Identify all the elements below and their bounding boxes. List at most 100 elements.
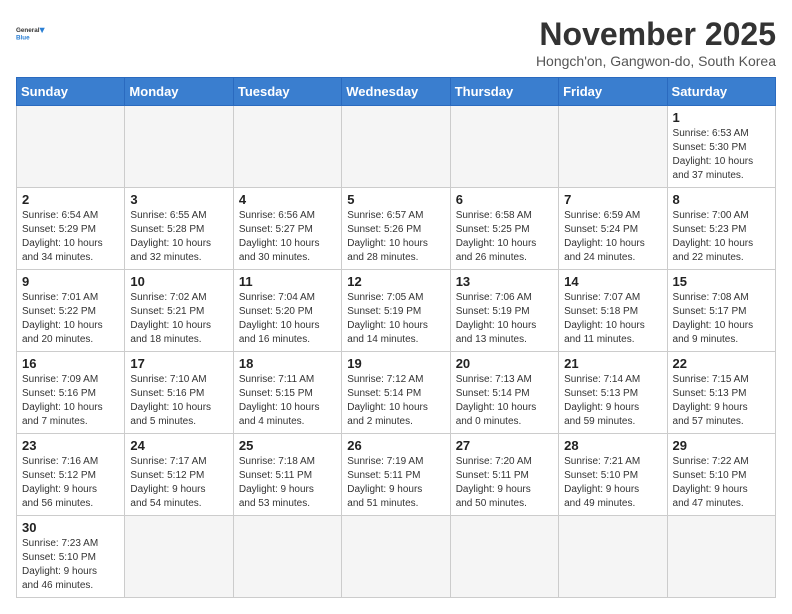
day-number: 21 xyxy=(564,356,661,371)
calendar-cell: 7 Sunrise: 6:59 AM Sunset: 5:24 PM Daylig… xyxy=(559,188,667,270)
day-info: Sunrise: 6:57 AM Sunset: 5:26 PM Dayligh… xyxy=(347,209,444,265)
calendar-cell: 25 Sunrise: 7:18 AM Sunset: 5:11 PM Dayli… xyxy=(233,434,341,516)
day-number: 24 xyxy=(130,438,227,453)
day-number: 25 xyxy=(239,438,336,453)
day-number: 4 xyxy=(239,192,336,207)
day-number: 28 xyxy=(564,438,661,453)
weekday-header: Saturday xyxy=(667,78,775,106)
day-info: Sunrise: 7:22 AM Sunset: 5:10 PM Dayligh… xyxy=(673,455,770,511)
day-info: Sunrise: 6:54 AM Sunset: 5:29 PM Dayligh… xyxy=(22,209,119,265)
day-info: Sunrise: 7:11 AM Sunset: 5:15 PM Dayligh… xyxy=(239,373,336,429)
day-number: 2 xyxy=(22,192,119,207)
calendar-cell: 6 Sunrise: 6:58 AM Sunset: 5:25 PM Daylig… xyxy=(450,188,558,270)
calendar-cell xyxy=(342,106,450,188)
day-number: 6 xyxy=(456,192,553,207)
calendar-week-row: 23Sunrise: 7:16 AM Sunset: 5:12 PM Dayli… xyxy=(17,434,776,516)
day-number: 14 xyxy=(564,274,661,289)
logo: GeneralBlue xyxy=(16,16,52,52)
day-number: 19 xyxy=(347,356,444,371)
calendar-cell: 20Sunrise: 7:13 AM Sunset: 5:14 PM Dayli… xyxy=(450,352,558,434)
day-number: 10 xyxy=(130,274,227,289)
day-number: 17 xyxy=(130,356,227,371)
calendar-cell: 12 Sunrise: 7:05 AM Sunset: 5:19 PM Dayli… xyxy=(342,270,450,352)
day-info: Sunrise: 7:12 AM Sunset: 5:14 PM Dayligh… xyxy=(347,373,444,429)
day-info: Sunrise: 7:07 AM Sunset: 5:18 PM Dayligh… xyxy=(564,291,661,347)
weekday-header: Wednesday xyxy=(342,78,450,106)
day-info: Sunrise: 6:55 AM Sunset: 5:28 PM Dayligh… xyxy=(130,209,227,265)
calendar-cell xyxy=(17,106,125,188)
day-number: 15 xyxy=(673,274,770,289)
title-block: November 2025 Hongch'on, Gangwon-do, Sou… xyxy=(536,16,776,69)
calendar-cell: 30 Sunrise: 7:23 AM Sunset: 5:10 PM Dayli… xyxy=(17,516,125,598)
day-number: 11 xyxy=(239,274,336,289)
calendar-cell: 13 Sunrise: 7:06 AM Sunset: 5:19 PM Dayli… xyxy=(450,270,558,352)
day-info: Sunrise: 7:13 AM Sunset: 5:14 PM Dayligh… xyxy=(456,373,553,429)
calendar-cell: 23Sunrise: 7:16 AM Sunset: 5:12 PM Dayli… xyxy=(17,434,125,516)
weekday-header: Tuesday xyxy=(233,78,341,106)
calendar-cell: 24Sunrise: 7:17 AM Sunset: 5:12 PM Dayli… xyxy=(125,434,233,516)
day-info: Sunrise: 7:15 AM Sunset: 5:13 PM Dayligh… xyxy=(673,373,770,429)
location-subtitle: Hongch'on, Gangwon-do, South Korea xyxy=(536,53,776,69)
day-info: Sunrise: 7:19 AM Sunset: 5:11 PM Dayligh… xyxy=(347,455,444,511)
weekday-header: Sunday xyxy=(17,78,125,106)
day-info: Sunrise: 7:08 AM Sunset: 5:17 PM Dayligh… xyxy=(673,291,770,347)
calendar-cell: 27 Sunrise: 7:20 AM Sunset: 5:11 PM Dayli… xyxy=(450,434,558,516)
calendar-cell: 28 Sunrise: 7:21 AM Sunset: 5:10 PM Dayli… xyxy=(559,434,667,516)
calendar-cell: 19 Sunrise: 7:12 AM Sunset: 5:14 PM Dayli… xyxy=(342,352,450,434)
day-number: 27 xyxy=(456,438,553,453)
day-info: Sunrise: 7:09 AM Sunset: 5:16 PM Dayligh… xyxy=(22,373,119,429)
day-info: Sunrise: 7:20 AM Sunset: 5:11 PM Dayligh… xyxy=(456,455,553,511)
day-info: Sunrise: 7:23 AM Sunset: 5:10 PM Dayligh… xyxy=(22,537,119,593)
calendar-cell xyxy=(233,106,341,188)
calendar-week-row: 30 Sunrise: 7:23 AM Sunset: 5:10 PM Dayli… xyxy=(17,516,776,598)
calendar-cell: 18Sunrise: 7:11 AM Sunset: 5:15 PM Dayli… xyxy=(233,352,341,434)
calendar-cell: 15 Sunrise: 7:08 AM Sunset: 5:17 PM Dayli… xyxy=(667,270,775,352)
page-header: GeneralBlue November 2025 Hongch'on, Gan… xyxy=(16,16,776,69)
day-info: Sunrise: 6:59 AM Sunset: 5:24 PM Dayligh… xyxy=(564,209,661,265)
calendar-cell: 2 Sunrise: 6:54 AM Sunset: 5:29 PM Daylig… xyxy=(17,188,125,270)
calendar-cell: 4 Sunrise: 6:56 AM Sunset: 5:27 PM Daylig… xyxy=(233,188,341,270)
day-number: 23 xyxy=(22,438,119,453)
calendar-cell: 14 Sunrise: 7:07 AM Sunset: 5:18 PM Dayli… xyxy=(559,270,667,352)
day-number: 13 xyxy=(456,274,553,289)
day-info: Sunrise: 6:56 AM Sunset: 5:27 PM Dayligh… xyxy=(239,209,336,265)
calendar-cell: 9Sunrise: 7:01 AM Sunset: 5:22 PM Daylig… xyxy=(17,270,125,352)
day-info: Sunrise: 6:58 AM Sunset: 5:25 PM Dayligh… xyxy=(456,209,553,265)
day-info: Sunrise: 7:14 AM Sunset: 5:13 PM Dayligh… xyxy=(564,373,661,429)
calendar-cell: 29Sunrise: 7:22 AM Sunset: 5:10 PM Dayli… xyxy=(667,434,775,516)
calendar-cell: 16 Sunrise: 7:09 AM Sunset: 5:16 PM Dayli… xyxy=(17,352,125,434)
calendar-cell xyxy=(559,106,667,188)
calendar-week-row: 9Sunrise: 7:01 AM Sunset: 5:22 PM Daylig… xyxy=(17,270,776,352)
day-info: Sunrise: 7:18 AM Sunset: 5:11 PM Dayligh… xyxy=(239,455,336,511)
day-number: 8 xyxy=(673,192,770,207)
day-number: 5 xyxy=(347,192,444,207)
day-number: 12 xyxy=(347,274,444,289)
logo-icon: GeneralBlue xyxy=(16,16,52,52)
calendar-cell xyxy=(450,516,558,598)
calendar-cell xyxy=(450,106,558,188)
day-info: Sunrise: 7:05 AM Sunset: 5:19 PM Dayligh… xyxy=(347,291,444,347)
calendar-cell: 5 Sunrise: 6:57 AM Sunset: 5:26 PM Daylig… xyxy=(342,188,450,270)
day-info: Sunrise: 7:10 AM Sunset: 5:16 PM Dayligh… xyxy=(130,373,227,429)
calendar-table: SundayMondayTuesdayWednesdayThursdayFrid… xyxy=(16,77,776,598)
calendar-cell xyxy=(125,516,233,598)
day-number: 9 xyxy=(22,274,119,289)
calendar-cell xyxy=(125,106,233,188)
calendar-cell: 26 Sunrise: 7:19 AM Sunset: 5:11 PM Dayli… xyxy=(342,434,450,516)
day-info: Sunrise: 7:21 AM Sunset: 5:10 PM Dayligh… xyxy=(564,455,661,511)
weekday-header: Friday xyxy=(559,78,667,106)
calendar-cell xyxy=(233,516,341,598)
calendar-cell: 10Sunrise: 7:02 AM Sunset: 5:21 PM Dayli… xyxy=(125,270,233,352)
day-number: 26 xyxy=(347,438,444,453)
day-number: 30 xyxy=(22,520,119,535)
day-number: 1 xyxy=(673,110,770,125)
day-number: 7 xyxy=(564,192,661,207)
calendar-week-row: 1Sunrise: 6:53 AM Sunset: 5:30 PM Daylig… xyxy=(17,106,776,188)
calendar-cell: 21 Sunrise: 7:14 AM Sunset: 5:13 PM Dayli… xyxy=(559,352,667,434)
day-number: 16 xyxy=(22,356,119,371)
day-info: Sunrise: 7:04 AM Sunset: 5:20 PM Dayligh… xyxy=(239,291,336,347)
svg-text:General: General xyxy=(16,27,40,34)
month-title: November 2025 xyxy=(536,16,776,53)
calendar-cell: 17 Sunrise: 7:10 AM Sunset: 5:16 PM Dayli… xyxy=(125,352,233,434)
day-info: Sunrise: 7:06 AM Sunset: 5:19 PM Dayligh… xyxy=(456,291,553,347)
